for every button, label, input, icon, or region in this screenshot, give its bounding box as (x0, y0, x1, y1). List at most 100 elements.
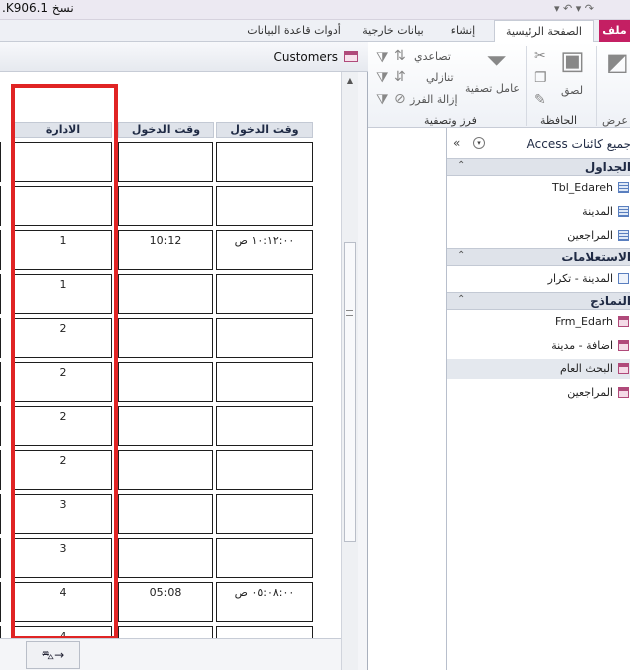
time-1-field[interactable] (216, 362, 313, 402)
time-1-field[interactable] (216, 274, 313, 314)
tab-create[interactable]: إنشاء (440, 20, 486, 42)
view-button[interactable]: عرض (602, 114, 628, 127)
time-2-field[interactable] (118, 494, 213, 534)
form-icon (618, 340, 629, 351)
admin-field-value: 2 (59, 410, 67, 423)
format-painter-icon[interactable]: ✎ (534, 92, 546, 108)
time-2-field[interactable] (118, 626, 213, 638)
nav-item-label: Tbl_Edareh (552, 181, 613, 194)
nav-item-form[interactable]: Frm_Edarh (447, 312, 630, 332)
admin-field[interactable]: 2 (14, 450, 112, 490)
offscreen-field-edge (0, 186, 1, 226)
time-2-field[interactable] (118, 406, 213, 446)
selection-filter-icon[interactable]: ⧩ (376, 70, 389, 86)
vertical-scrollbar[interactable]: ▲ (341, 72, 358, 670)
advanced-filter-icon[interactable]: ⧩ (376, 50, 389, 66)
scroll-up-icon[interactable]: ▲ (345, 76, 355, 86)
time-2-field[interactable] (118, 538, 213, 578)
nav-section-forms[interactable]: ⌃ النماذج (447, 292, 630, 310)
admin-field-value: 1 (59, 278, 67, 291)
admin-field[interactable]: 4 (14, 582, 112, 622)
nav-menu-dropdown-icon[interactable]: ▾ (473, 137, 485, 149)
time-2-field[interactable] (118, 318, 213, 358)
sort-ascending-button[interactable]: تصاعدي (414, 50, 451, 63)
form-record-bar: ⛍→ (0, 638, 341, 670)
table-icon (618, 230, 629, 241)
tab-home[interactable]: الصفحة الرئيسية (494, 20, 594, 43)
time-1-field[interactable] (216, 538, 313, 578)
admin-field[interactable]: 1 (14, 230, 112, 270)
time-1-field[interactable] (216, 626, 313, 638)
cut-icon[interactable]: ✂ (534, 48, 546, 64)
nav-section-label: الاستعلامات (561, 250, 630, 264)
admin-field[interactable] (14, 186, 112, 226)
time-1-field[interactable] (216, 142, 313, 182)
navigation-pane: « ▾ جميع كائنات Access ⌃ الجداول Tbl_Eda… (446, 128, 630, 670)
tab-database-tools[interactable]: أدوات قاعدة البيانات (244, 20, 344, 42)
time-1-field[interactable]: ١٠:١٢:٠٠ ص (216, 230, 313, 270)
nav-item-table[interactable]: المدينة (447, 202, 630, 222)
form-detail: وقت الدخول وقت الدخول الادارة ١٠:١٢:٠٠ ص… (0, 72, 341, 638)
sort-descending-icon: ⇵ (394, 69, 406, 85)
admin-field[interactable]: 3 (14, 494, 112, 534)
offscreen-field-edge (0, 274, 1, 314)
nav-pane-header[interactable]: « ▾ جميع كائنات Access (447, 134, 630, 156)
nav-item-table[interactable]: المراجعين (447, 226, 630, 246)
offscreen-field-edge (0, 318, 1, 358)
nav-item-form[interactable]: اضافة - مدينة (447, 336, 630, 356)
collapse-pane-icon[interactable]: « (453, 136, 460, 150)
nav-item-label: اضافة - مدينة (551, 339, 613, 352)
nav-item-form[interactable]: البحث العام (447, 359, 630, 379)
time-2-field[interactable] (118, 142, 213, 182)
admin-field-value: 1 (59, 234, 67, 247)
tab-external-data[interactable]: بيانات خارجية (356, 20, 430, 42)
admin-field[interactable]: 2 (14, 362, 112, 402)
form-title-bar: Customers (0, 42, 368, 72)
nav-section-queries[interactable]: ⌃ الاستعلامات (447, 248, 630, 266)
clipboard-group-label: الحافظة (540, 114, 578, 127)
admin-field[interactable]: 1 (14, 274, 112, 314)
offscreen-field-edge (0, 494, 1, 534)
nav-item-form[interactable]: المراجعين (447, 383, 630, 403)
remove-sort-button[interactable]: إزالة الفرز (410, 93, 458, 106)
record-navigation-button[interactable]: ⛍→ (26, 641, 80, 669)
time-1-field[interactable] (216, 406, 313, 446)
filter-button[interactable]: عامل تصفية (465, 82, 520, 95)
copy-icon[interactable]: ❐ (534, 70, 547, 86)
time-2-field[interactable] (118, 186, 213, 226)
scroll-thumb[interactable] (344, 242, 356, 542)
time-2-field[interactable] (118, 362, 213, 402)
nav-pane-title: جميع كائنات Access (526, 137, 630, 151)
nav-item-label: Frm_Edarh (554, 315, 613, 328)
admin-field[interactable]: 2 (14, 318, 112, 358)
sort-descending-button[interactable]: تنازلي (426, 71, 454, 84)
time-2-field[interactable]: 05:08 (118, 582, 213, 622)
time-2-field[interactable] (118, 450, 213, 490)
admin-field[interactable]: 4 (14, 626, 112, 638)
time-2-field-value: 10:12 (149, 234, 182, 247)
nav-item-query[interactable]: المدينة - تكرار (447, 269, 630, 289)
offscreen-field-edge (0, 230, 1, 270)
admin-field[interactable]: 3 (14, 538, 112, 578)
form-icon (344, 51, 358, 62)
paste-button[interactable]: لصق (561, 84, 583, 97)
time-1-field[interactable] (216, 186, 313, 226)
time-1-field[interactable] (216, 494, 313, 534)
nav-section-tables[interactable]: ⌃ الجداول (447, 158, 630, 176)
nav-item-label: المدينة - تكرار (547, 272, 613, 285)
window-title: نسخ K906.1. (2, 1, 74, 15)
admin-field[interactable] (14, 142, 112, 182)
time-2-field[interactable]: 10:12 (118, 230, 213, 270)
time-1-field[interactable] (216, 450, 313, 490)
tab-file[interactable]: ملف (599, 20, 630, 42)
admin-field[interactable]: 2 (14, 406, 112, 446)
nav-item-table[interactable]: Tbl_Edareh (447, 178, 630, 198)
time-1-field[interactable] (216, 318, 313, 358)
quick-access-icons[interactable]: ▾ ↶ ▾ ↷ (554, 2, 594, 15)
time-2-field[interactable] (118, 274, 213, 314)
table-icon (618, 206, 629, 217)
offscreen-field-edge (0, 626, 1, 638)
time-1-field[interactable]: ٠٥:٠٨:٠٠ ص (216, 582, 313, 622)
nav-item-label: البحث العام (559, 362, 613, 375)
toggle-filter-icon[interactable]: ⧩ (376, 92, 389, 108)
